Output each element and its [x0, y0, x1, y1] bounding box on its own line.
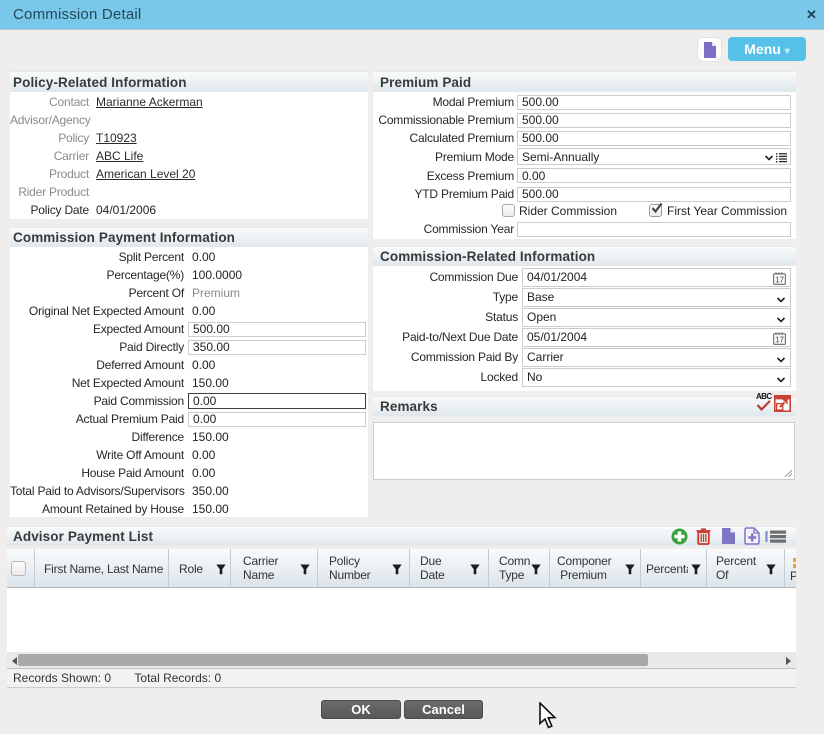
svg-text:17: 17 — [775, 335, 784, 344]
svg-text:17: 17 — [775, 275, 784, 284]
